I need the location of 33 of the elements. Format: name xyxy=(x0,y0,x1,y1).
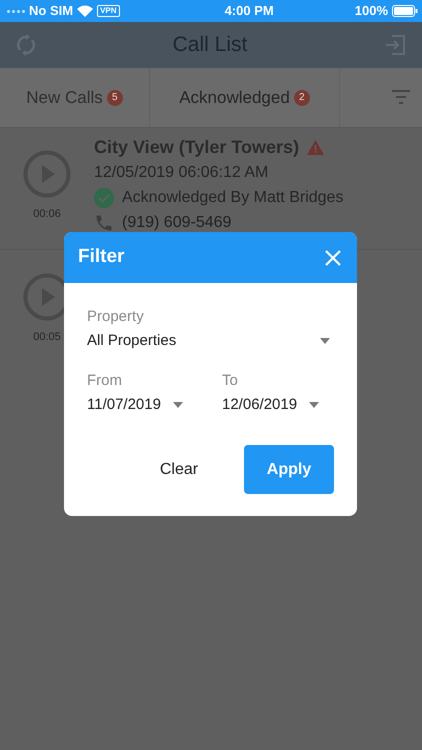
field-label: Property xyxy=(87,307,145,327)
status-text: Acknowledged By Matt Bridges xyxy=(122,188,344,208)
battery-icon xyxy=(392,5,418,17)
call-date: 12/05/2019 06:06:12 AM xyxy=(94,163,270,183)
refresh-icon[interactable] xyxy=(16,34,36,56)
phone-number: (919) 609-5469 xyxy=(122,213,232,233)
dropdown-field[interactable]: 12/06/2019 xyxy=(222,395,334,415)
field-label: To xyxy=(222,371,239,391)
dialog-title: Filter xyxy=(78,245,124,270)
dropdown-field[interactable]: All Properties xyxy=(87,331,334,351)
dropdown-field[interactable]: 11/07/2019 xyxy=(87,395,222,415)
vpn-badge: VPN xyxy=(97,5,120,17)
dropdown-caret-icon xyxy=(172,402,183,408)
filter-icon[interactable] xyxy=(392,90,410,104)
clock-text: 4:00 PM xyxy=(224,2,274,20)
wifi-icon xyxy=(77,5,94,17)
tab[interactable]: New Calls 5 xyxy=(0,68,150,127)
close-icon[interactable] xyxy=(325,250,341,266)
carrier-text: No SIM xyxy=(29,2,74,20)
dropdown-caret-icon xyxy=(309,402,320,408)
logout-icon[interactable] xyxy=(384,34,406,56)
field-label: From xyxy=(87,371,123,391)
check-circle-icon xyxy=(94,188,114,208)
count-badge: 5 xyxy=(106,90,123,106)
battery-percent: 100% xyxy=(354,2,388,20)
tab[interactable]: Acknowledged 2 xyxy=(150,68,340,127)
phone-icon xyxy=(94,212,114,232)
count-badge: 2 xyxy=(294,90,310,106)
duration-text: 00:06 xyxy=(33,207,61,222)
duration-text: 00:05 xyxy=(33,330,61,345)
signal-dots-icon xyxy=(7,10,25,12)
clear-button[interactable]: Clear xyxy=(134,445,224,494)
dropdown-caret-icon xyxy=(320,338,330,344)
